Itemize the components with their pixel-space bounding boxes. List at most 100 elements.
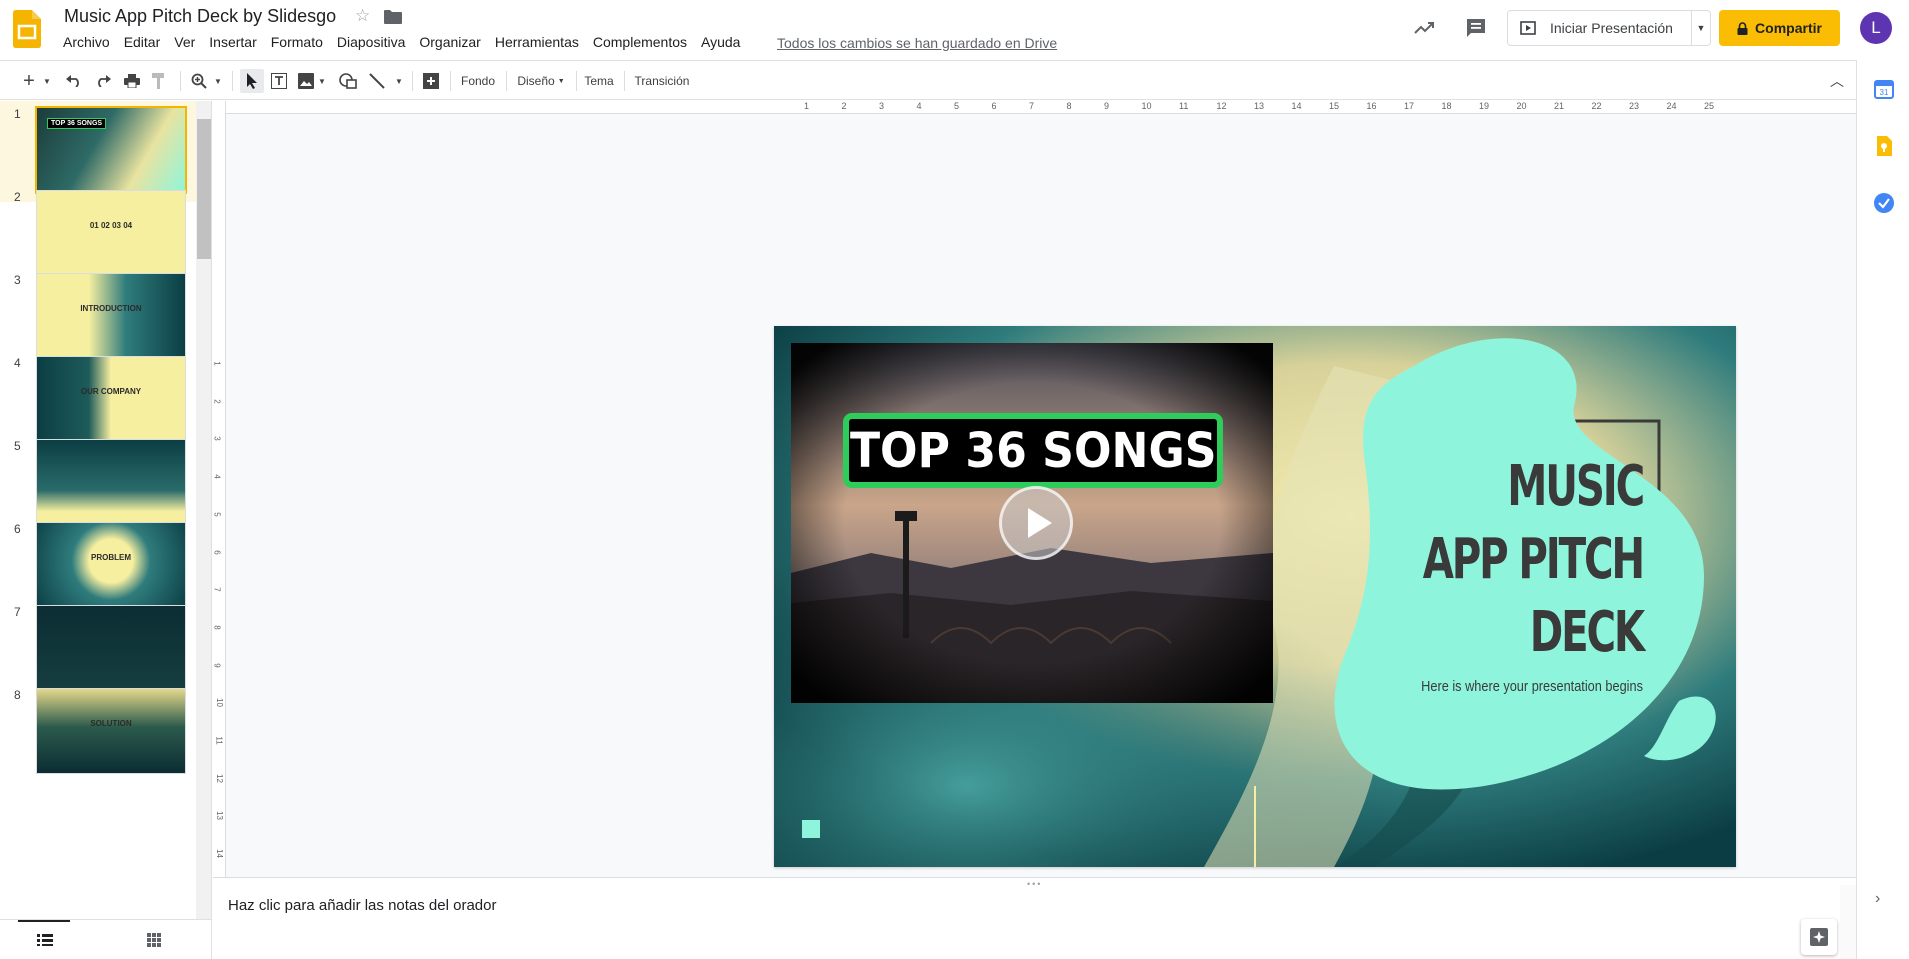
- ruler-tick-label: 17: [1404, 101, 1415, 111]
- slide-thumbnail-label: INTRODUCTION: [80, 304, 142, 313]
- user-avatar[interactable]: L: [1860, 12, 1892, 44]
- ruler-tick-label: 12: [1216, 101, 1227, 111]
- menu-item[interactable]: Ver: [174, 34, 202, 50]
- comments-icon[interactable]: [1464, 16, 1488, 40]
- filmstrip-footer: [0, 919, 212, 959]
- slide-thumbnail[interactable]: PROBLEM: [36, 522, 186, 608]
- notes-resize-handle[interactable]: •••: [213, 877, 1856, 889]
- ruler-tick-label: 3: [879, 101, 885, 111]
- ruler-tick-label: 13: [214, 811, 224, 821]
- share-label: Compartir: [1755, 20, 1822, 36]
- background-button[interactable]: Fondo: [456, 69, 500, 93]
- zoom-icon[interactable]: [188, 69, 210, 93]
- slide-subtitle[interactable]: Here is where your presentation begins: [1421, 678, 1643, 695]
- slide-thumbnail[interactable]: SOLUTION: [36, 688, 186, 774]
- ruler-tick-label: 2: [841, 101, 847, 111]
- ruler-tick-label: 9: [1104, 101, 1110, 111]
- slide-number: 3: [14, 273, 21, 287]
- share-button[interactable]: Compartir: [1719, 10, 1840, 46]
- new-slide-dropdown-icon[interactable]: ▼: [42, 69, 52, 93]
- menu-item[interactable]: Ayuda: [701, 34, 747, 50]
- image-icon[interactable]: [295, 69, 317, 93]
- layout-button[interactable]: Diseño ▼: [512, 69, 570, 93]
- slide-editor[interactable]: TOP 36 SONGS MUSIC APP PITCH DECK Here i…: [774, 326, 1736, 867]
- ruler-tick-label: 4: [212, 474, 222, 479]
- ruler-tick-label: 2: [212, 398, 222, 404]
- line-icon[interactable]: [366, 69, 388, 93]
- embedded-video[interactable]: TOP 36 SONGS: [791, 343, 1273, 703]
- menu-item[interactable]: Archivo: [63, 34, 117, 50]
- start-presentation-button[interactable]: Iniciar Presentación ▼: [1507, 10, 1711, 46]
- ruler-tick-label: 1: [212, 361, 222, 366]
- present-options-dropdown-icon[interactable]: ▼: [1692, 23, 1710, 33]
- menu-item[interactable]: Complementos: [593, 34, 694, 50]
- filmstrip-view-icon[interactable]: [37, 934, 53, 946]
- paint-format-icon[interactable]: [148, 69, 170, 93]
- text-box-icon[interactable]: [268, 69, 290, 93]
- layout-dropdown-icon: ▼: [557, 77, 565, 85]
- tasks-icon[interactable]: [1873, 192, 1895, 214]
- shape-icon[interactable]: [337, 69, 359, 93]
- notes-scrollbar[interactable]: [1840, 885, 1856, 959]
- undo-icon[interactable]: [63, 69, 85, 93]
- activity-trend-icon[interactable]: [1412, 16, 1436, 40]
- filmstrip-slide[interactable]: 8 SOLUTION: [0, 682, 196, 783]
- ruler-tick-label: 24: [1666, 101, 1677, 111]
- slide-thumbnail-label: TOP 36 SONGS: [47, 118, 107, 129]
- video-play-button[interactable]: [999, 486, 1073, 560]
- slide-thumbnail[interactable]: OUR COMPANY: [36, 356, 186, 442]
- menu-item[interactable]: Diapositiva: [337, 34, 412, 50]
- theme-button[interactable]: Tema: [582, 69, 616, 93]
- slide-thumbnail[interactable]: [36, 605, 186, 691]
- slide-thumbnail-label: PROBLEM: [91, 553, 131, 562]
- toolbar-separator: [412, 71, 413, 91]
- filmstrip-view-active-indicator: [18, 920, 70, 922]
- filmstrip-scroll-thumb[interactable]: [197, 119, 211, 259]
- video-title-text: TOP 36 SONGS: [849, 422, 1217, 479]
- calendar-icon[interactable]: 31: [1873, 78, 1895, 100]
- transition-button[interactable]: Transición: [630, 69, 694, 93]
- toolbar-separator: [506, 71, 507, 91]
- print-icon[interactable]: [121, 69, 143, 93]
- menu-item[interactable]: Insertar: [209, 34, 263, 50]
- slide-thumbnail[interactable]: 01 02 03 04: [36, 190, 186, 276]
- ruler-tick-label: 18: [1441, 101, 1452, 111]
- zoom-dropdown-icon[interactable]: ▼: [213, 69, 223, 93]
- slide-thumbnail[interactable]: INTRODUCTION: [36, 273, 186, 359]
- ruler-tick-label: 7: [212, 587, 222, 592]
- speaker-notes-placeholder[interactable]: Haz clic para añadir las notas del orado…: [228, 897, 496, 914]
- title-bar: Music App Pitch Deck by Slidesgo ☆ Archi…: [0, 0, 1909, 60]
- slide-number: 1: [14, 107, 21, 121]
- star-icon[interactable]: ☆: [355, 6, 370, 26]
- collapse-toolbar-chevron-up-icon[interactable]: ︿: [1826, 69, 1848, 93]
- lock-icon: [1737, 21, 1748, 35]
- expand-side-panel-chevron-icon[interactable]: ›: [1875, 890, 1880, 908]
- new-slide-icon[interactable]: +: [18, 69, 40, 93]
- toolbar-separator: [450, 71, 451, 91]
- menu-item[interactable]: Herramientas: [495, 34, 586, 50]
- select-pointer-icon[interactable]: [240, 69, 264, 93]
- speaker-notes[interactable]: Haz clic para añadir las notas del orado…: [213, 885, 1856, 959]
- image-dropdown-icon[interactable]: ▼: [317, 69, 327, 93]
- ruler-tick-label: 22: [1591, 101, 1602, 111]
- redo-icon[interactable]: [92, 69, 114, 93]
- slide-thumbnail[interactable]: TOP 36 SONGS: [35, 106, 187, 194]
- explore-button[interactable]: [1801, 919, 1837, 955]
- slide-thumbnail[interactable]: [36, 439, 186, 525]
- ruler-tick-label: 5: [954, 101, 960, 111]
- keep-icon[interactable]: [1873, 135, 1895, 157]
- document-title[interactable]: Music App Pitch Deck by Slidesgo: [64, 6, 336, 27]
- slide-number: 5: [14, 439, 21, 453]
- menu-item[interactable]: Organizar: [419, 34, 487, 50]
- save-status-link[interactable]: Todos los cambios se han guardado en Dri…: [777, 35, 1057, 51]
- present-main-area[interactable]: Iniciar Presentación: [1508, 11, 1692, 45]
- grid-view-icon[interactable]: [147, 933, 161, 947]
- menu-item[interactable]: Editar: [124, 34, 168, 50]
- insert-comment-icon[interactable]: [420, 69, 442, 93]
- menu-item[interactable]: Formato: [271, 34, 330, 50]
- line-dropdown-icon[interactable]: ▼: [394, 69, 404, 93]
- slides-logo-icon[interactable]: [13, 10, 41, 48]
- folder-icon[interactable]: [384, 10, 402, 24]
- slide-title[interactable]: MUSIC APP PITCH DECK: [1413, 450, 1645, 669]
- horizontal-ruler: 1 2 3 4 5 6 7 8 9 10 11 12 13 14 15 16 17 18 19 20 21 22 23 24 2…: [226, 101, 1856, 114]
